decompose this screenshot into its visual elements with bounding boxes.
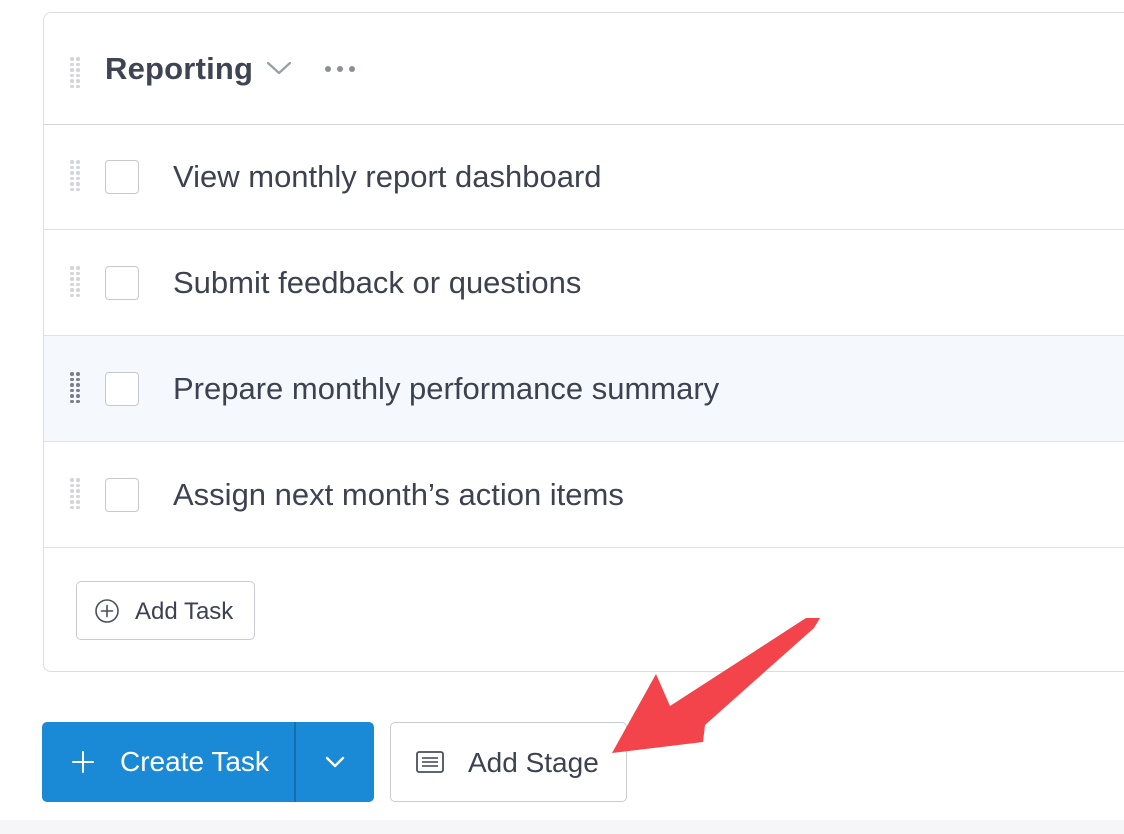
more-horizontal-icon[interactable]: [324, 63, 358, 75]
bottom-bar: [0, 820, 1124, 834]
stage-card: Reporting View monthly report dashboard …: [43, 12, 1124, 672]
stage-title[interactable]: Reporting: [105, 51, 253, 87]
task-label[interactable]: View monthly report dashboard: [173, 159, 602, 195]
stage-header: Reporting: [44, 13, 1124, 125]
chevron-down-icon[interactable]: [266, 59, 292, 77]
drag-handle-icon[interactable]: [70, 372, 80, 404]
create-task-button[interactable]: Create Task: [42, 722, 294, 802]
add-stage-label: Add Stage: [468, 747, 599, 778]
add-task-label: Add Task: [135, 598, 234, 625]
add-task-button[interactable]: Add Task: [76, 581, 255, 640]
task-row[interactable]: Prepare monthly performance summary: [44, 336, 1124, 442]
task-row[interactable]: Assign next month’s action items: [44, 442, 1124, 548]
create-task-split-button: Create Task: [42, 722, 374, 802]
plus-icon: [72, 751, 94, 773]
list-icon: [416, 751, 444, 773]
task-label[interactable]: Submit feedback or questions: [173, 265, 581, 301]
drag-handle-icon[interactable]: [70, 57, 80, 89]
create-task-label: Create Task: [120, 746, 269, 777]
task-row[interactable]: Submit feedback or questions: [44, 230, 1124, 336]
drag-handle-icon[interactable]: [70, 160, 80, 192]
task-checkbox[interactable]: [105, 372, 139, 406]
drag-handle-icon[interactable]: [70, 266, 80, 298]
add-stage-button[interactable]: Add Stage: [390, 722, 627, 802]
create-task-dropdown-button[interactable]: [296, 722, 374, 802]
drag-handle-icon[interactable]: [70, 478, 80, 510]
task-label[interactable]: Assign next month’s action items: [173, 477, 624, 513]
task-row[interactable]: View monthly report dashboard: [44, 124, 1124, 230]
task-checkbox[interactable]: [105, 478, 139, 512]
task-checkbox[interactable]: [105, 160, 139, 194]
task-checkbox[interactable]: [105, 266, 139, 300]
plus-circle-icon: [95, 599, 119, 623]
task-label[interactable]: Prepare monthly performance summary: [173, 371, 719, 407]
chevron-down-icon: [325, 756, 345, 768]
